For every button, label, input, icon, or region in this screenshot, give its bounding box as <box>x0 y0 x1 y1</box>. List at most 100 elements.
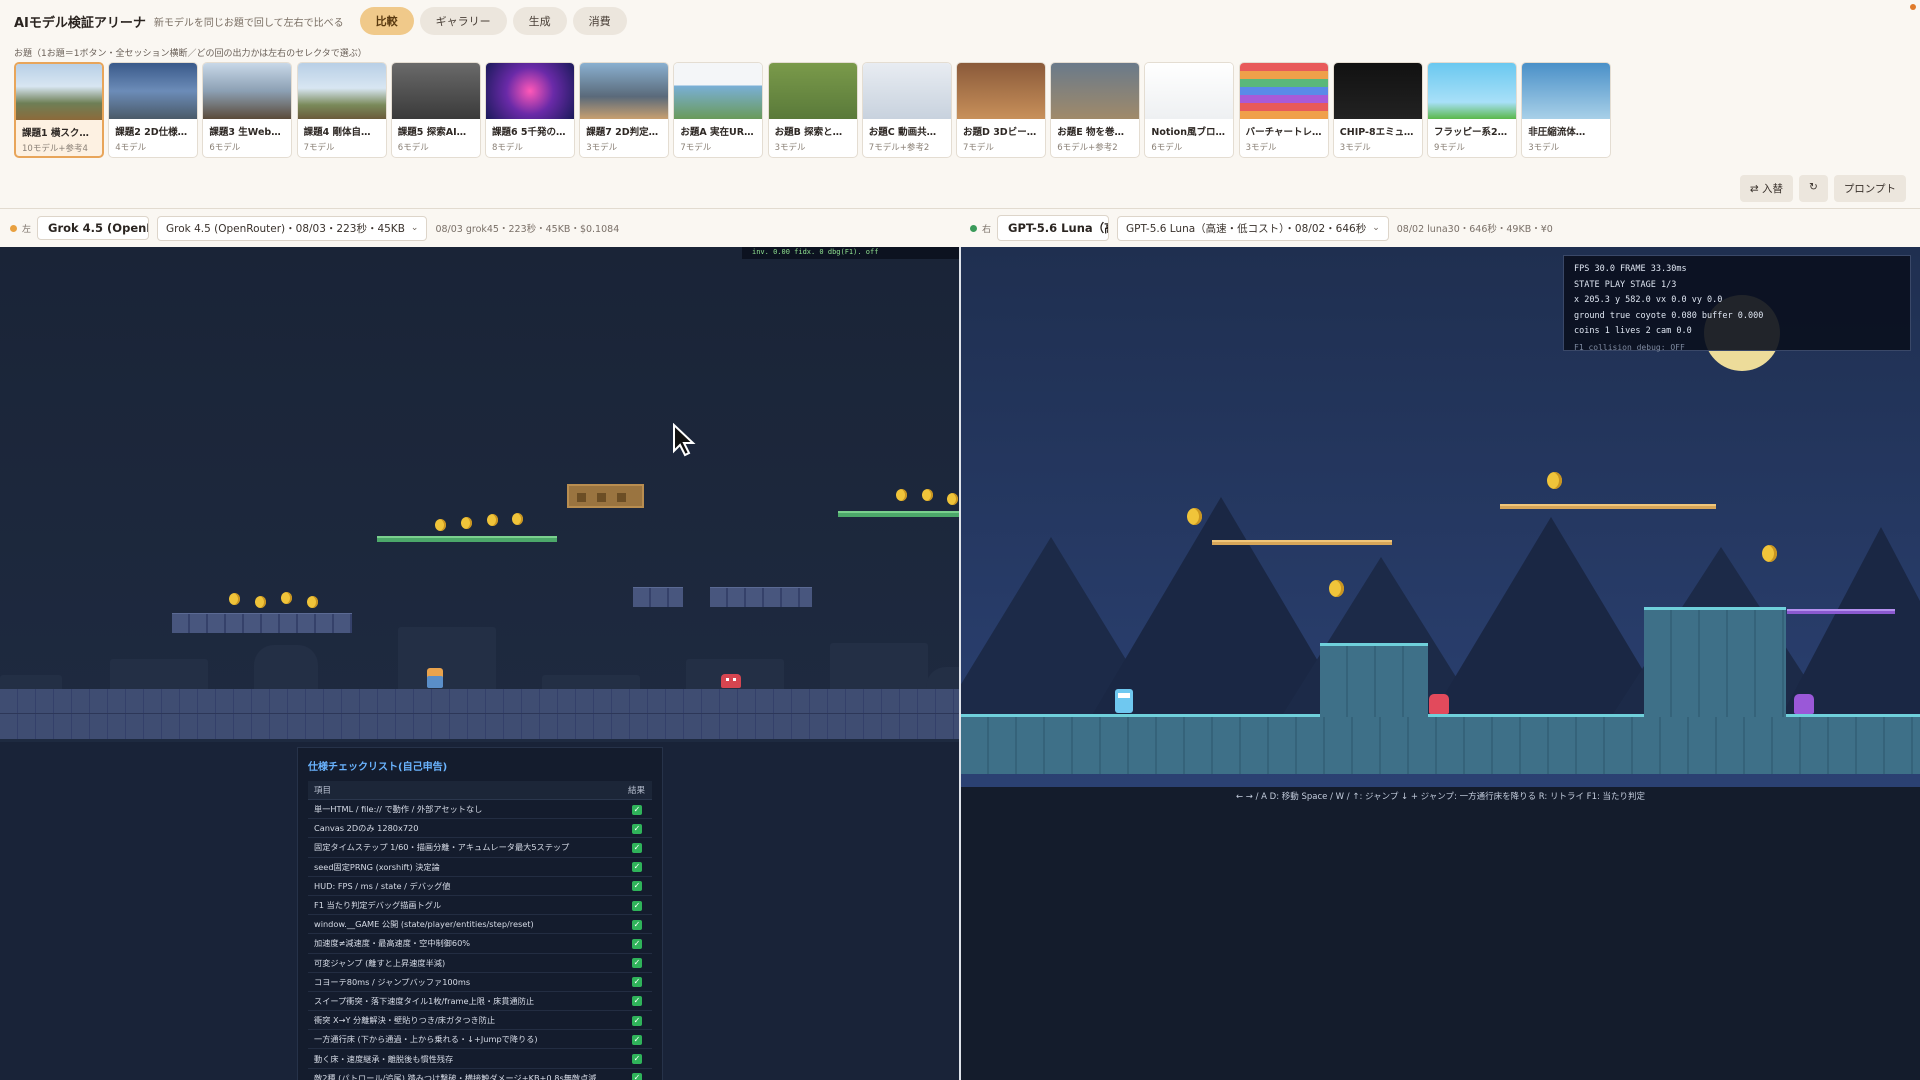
compare-actions: ⇄ 入替 ↻ プロンプト <box>1739 175 1906 202</box>
checklist-result: ✓ <box>622 1048 652 1069</box>
swap-button[interactable]: ⇄ 入替 <box>1739 175 1793 202</box>
task-card[interactable]: 課題2 2D仕様書の3… 4モデル <box>108 62 199 158</box>
task-title: フラッピー系2Dア… <box>1434 127 1516 138</box>
check-icon: ✓ <box>632 1054 642 1065</box>
checklist-result: ✓ <box>622 895 652 916</box>
brick-platform <box>710 587 812 607</box>
right-game-canvas[interactable]: FPS 30.0 FRAME 33.30ms STATE PLAY STAGE … <box>961 247 1920 1080</box>
tab-gallery[interactable]: ギャラリー <box>419 7 507 35</box>
right-run-select[interactable]: GPT-5.6 Luna（高速・低コスト）・08/02・646秒 ⌄ <box>1117 215 1389 241</box>
task-meta: 6モデル <box>209 143 241 153</box>
checklist-item: 衝突 X→Y 分離解決・壁貼りつき/床ガタつき防止 <box>308 1010 622 1031</box>
task-thumbnail <box>391 63 480 119</box>
tab-compare[interactable]: 比較 <box>359 7 414 35</box>
left-model-bar: 左 Grok 4.5 (OpenRo Grok 4.5 (OpenRouter)… <box>10 214 619 242</box>
left-game-canvas[interactable]: inv. 0.00 fidx. 0 dbg(F1). off 仕様チェックリスト… <box>0 247 959 1080</box>
task-meta: 3モデル <box>1245 143 1277 153</box>
enemy-character <box>1429 694 1449 714</box>
task-thumbnail <box>768 63 857 119</box>
task-card[interactable]: 課題1 横スクロール… 10モデル+参考4 <box>14 62 104 158</box>
right-debug-hud: FPS 30.0 FRAME 33.30ms STATE PLAY STAGE … <box>1563 255 1911 352</box>
task-thumbnail <box>1145 63 1234 119</box>
task-meta: 8モデル <box>492 143 523 153</box>
task-card[interactable]: 課題5 探索AI付き3… 6モデル <box>390 62 481 158</box>
task-title: お題A 実在URLだ… <box>680 127 763 138</box>
block-slot <box>597 493 606 502</box>
checklist-item: 動く床・速度継承・離脱後も慣性残存 <box>308 1048 622 1069</box>
task-meta: 3モデル <box>774 143 806 153</box>
spec-checklist: 仕様チェックリスト(自己申告) 項目 結果 単一HTML / file:// で動… <box>297 747 663 1080</box>
task-card[interactable]: お題A 実在URLだ… 7モデル <box>673 62 764 158</box>
player-character <box>427 668 443 688</box>
coin-icon <box>281 592 292 604</box>
bg-hill <box>110 659 208 693</box>
bg-hill <box>830 643 928 693</box>
task-thumbnail <box>674 63 763 119</box>
checklist-row: スイープ衝突・落下速度タイル1枚/frame上限・床貫通防止 ✓ <box>308 991 652 1012</box>
task-thumbnail <box>203 63 292 119</box>
prompt-button[interactable]: プロンプト <box>1833 175 1906 202</box>
right-side-label: 右 <box>982 224 992 235</box>
task-title: 課題7 2D判定の3D… <box>586 127 668 138</box>
bg-hill <box>398 627 496 693</box>
task-title: お題E 物を巻き込む… <box>1057 127 1139 138</box>
checklist-result: ✓ <box>622 953 652 973</box>
task-title: 課題5 探索AI付き3… <box>397 127 480 138</box>
tab-generate[interactable]: 生成 <box>512 7 567 35</box>
checklist-item: コヨーテ80ms / ジャンプバッファ100ms <box>308 972 622 992</box>
task-title: 課題1 横スクロール… <box>22 128 102 139</box>
right-ground <box>961 714 1920 774</box>
moving-platform <box>1787 609 1895 614</box>
task-card[interactable]: 課題7 2D判定の3D… 3モデル <box>579 62 670 158</box>
checklist-col-item: 項目 <box>308 781 622 800</box>
refresh-button[interactable]: ↻ <box>1799 175 1828 202</box>
coin-icon <box>512 513 523 525</box>
checklist-row: 固定タイムステップ 1/60・描画分離・アキュムレータ最大5ステップ ✓ <box>308 837 652 858</box>
task-meta: 7モデル+参考2 <box>868 143 930 153</box>
right-model-name[interactable]: GPT-5.6 Luna（高 <box>997 215 1110 241</box>
one-way-platform <box>377 536 557 542</box>
task-thumbnail <box>109 63 198 119</box>
left-run-select-value: Grok 4.5 (OpenRouter)・08/03・223秒・45KB <box>166 222 405 235</box>
task-meta: 4モデル <box>115 143 147 153</box>
task-card[interactable]: お題E 物を巻き込む… 6モデル+参考2 <box>1050 62 1141 158</box>
hud-line: FPS 30.0 FRAME 33.30ms <box>1574 264 1687 274</box>
enemy-character <box>721 674 741 688</box>
toolbar-divider <box>0 208 1920 209</box>
tab-usage[interactable]: 消費 <box>572 7 627 35</box>
checklist-row: 一方通行床 (下から通過・上から乗れる・↓+Jumpで降りる) ✓ <box>308 1029 652 1050</box>
checklist-item: 固定タイムステップ 1/60・描画分離・アキュムレータ最大5ステップ <box>308 837 622 858</box>
task-card[interactable]: CHIP-8エミュレータ 3モデル <box>1332 62 1423 158</box>
task-card[interactable]: Notion風ブロック… 6モデル <box>1144 62 1235 158</box>
checklist-row: HUD: FPS / ms / state / デバッグ値 ✓ <box>308 876 652 896</box>
checklist-row: window.__GAME 公開 (state/player/entities/… <box>308 914 652 935</box>
task-card[interactable]: 課題3 生WebGL2… 6モデル <box>202 62 293 158</box>
left-model-name[interactable]: Grok 4.5 (OpenRo <box>37 216 150 240</box>
enemy-character <box>1794 694 1814 714</box>
player-character <box>1115 689 1133 713</box>
left-side-label: 左 <box>22 224 32 235</box>
task-card[interactable]: お題D 3Dビー玉転… 7モデル <box>956 62 1046 158</box>
task-card[interactable]: お題B 探索とコマン… 3モデル <box>767 62 858 158</box>
checklist-row: Canvas 2Dのみ 1280x720 ✓ <box>308 818 652 839</box>
task-title: CHIP-8エミュレータ <box>1339 127 1422 138</box>
hud-line: coins 1 lives 2 cam 0.0 <box>1574 326 1692 337</box>
task-card[interactable]: 課題4 剛体自作の2… 7モデル <box>296 62 387 158</box>
checklist-result: ✓ <box>622 914 652 935</box>
task-card[interactable]: お題C 動画共有サイ… 7モデル+参考2 <box>861 62 952 158</box>
task-card[interactable]: バーチャートレース 3モデル <box>1238 62 1329 158</box>
task-card[interactable]: 課題6 5千発の弾幕… 8モデル <box>485 62 575 158</box>
task-thumbnail <box>1428 63 1516 119</box>
hud-debug-line: F1 collision debug: OFF <box>1574 342 1685 352</box>
task-card[interactable]: 非圧縮流体… 3モデル <box>1521 62 1612 158</box>
left-run-select[interactable]: Grok 4.5 (OpenRouter)・08/03・223秒・45KB ⌄ <box>157 215 428 241</box>
arena-app: AIモデル検証アリーナ 新モデルを同じお題で回して左右で比べる 比較 ギャラリー… <box>0 0 1920 1080</box>
task-card[interactable]: フラッピー系2Dア… 9モデル <box>1427 62 1517 158</box>
task-thumbnail <box>1333 63 1422 119</box>
task-title: 課題6 5千発の弾幕… <box>492 127 574 138</box>
task-meta: 6モデル+参考2 <box>1057 143 1118 153</box>
coin-icon <box>896 489 907 501</box>
left-output-panel: inv. 0.00 fidx. 0 dbg(F1). off 仕様チェックリスト… <box>0 247 959 1080</box>
task-title: 課題3 生WebGL2… <box>209 127 292 138</box>
block-slot <box>577 493 586 502</box>
